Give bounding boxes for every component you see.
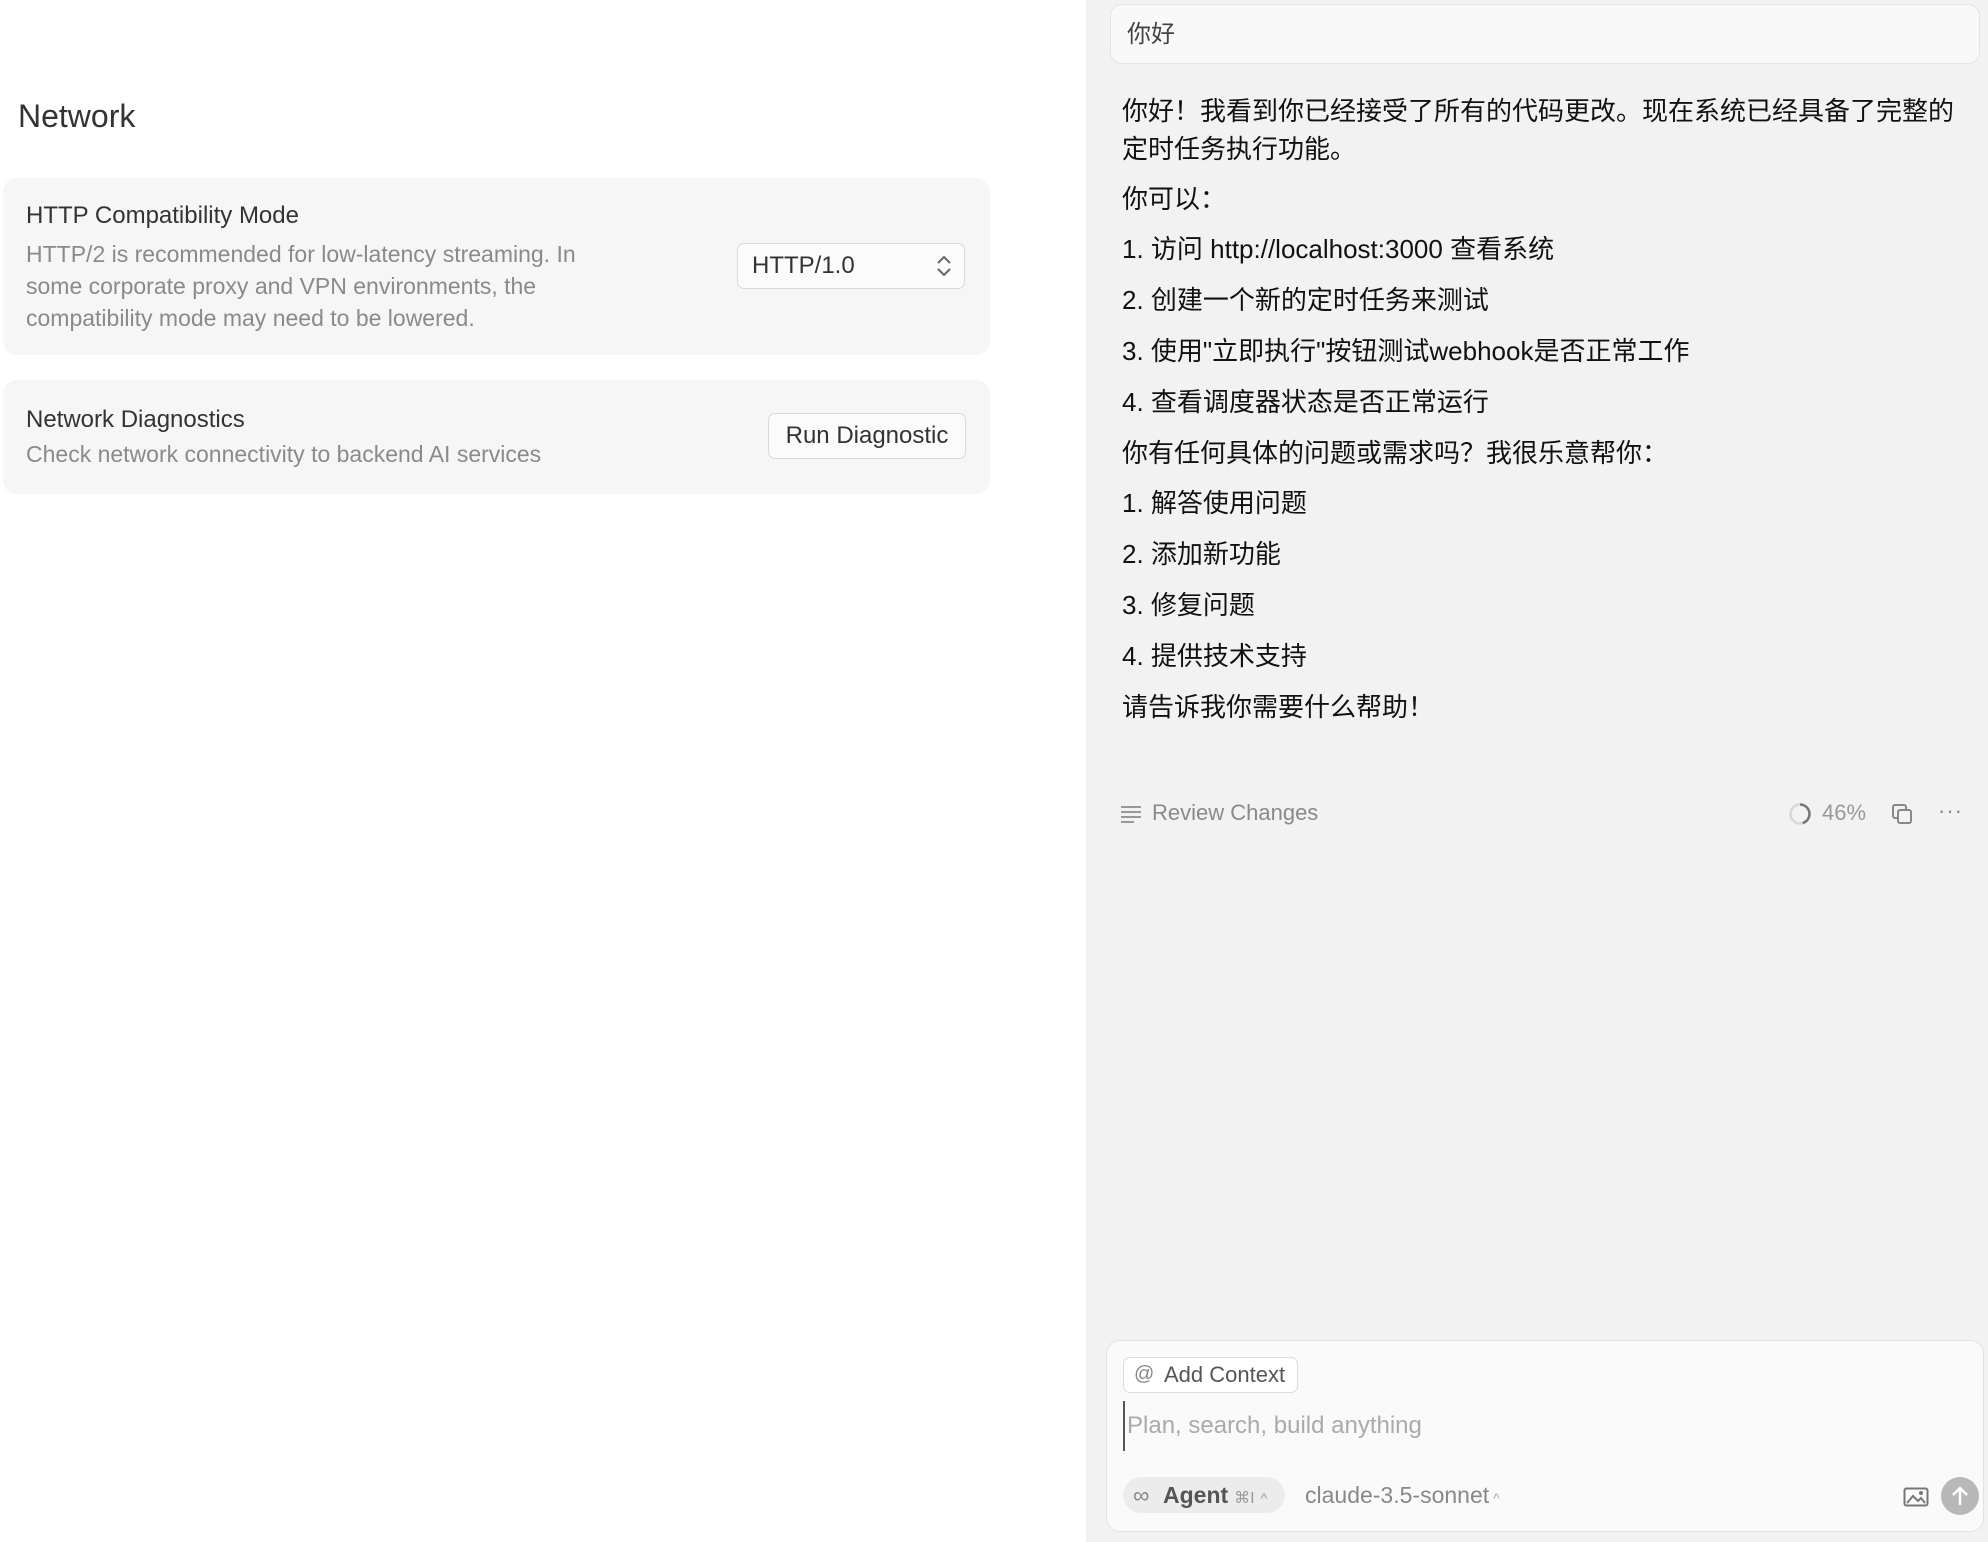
reply-text: 你可以： [1122, 184, 1227, 214]
agent-shortcut: ⌘I [1234, 1490, 1255, 1507]
http-compatibility-card: HTTP Compatibility Mode HTTP/2 is recomm… [3, 178, 990, 355]
network-diagnostics-card: Network Diagnostics Check network connec… [3, 380, 990, 494]
http-mode-desc-line: some corporate proxy and VPN environment… [26, 273, 537, 299]
infinity-icon: ∞ [1133, 1482, 1150, 1508]
chevron-up-icon: ^ [1493, 1490, 1500, 1506]
model-selector[interactable]: claude-3.5-sonnet ^ [1305, 1477, 1500, 1516]
image-icon[interactable] [1903, 1487, 1929, 1507]
context-usage-percent: 46% [1822, 800, 1867, 825]
agent-label: Agent [1163, 1482, 1229, 1508]
list-item: 4. 查看调度器状态是否正常运行 [1122, 387, 1489, 417]
reply-text: 请告诉我你需要什么帮助！ [1122, 692, 1435, 722]
copy-icon[interactable] [1890, 802, 1914, 826]
list-icon [1121, 806, 1141, 823]
settings-pane: Network HTTP Compatibility Mode HTTP/2 i… [0, 0, 1086, 1542]
progress-ring-icon [1789, 803, 1811, 825]
reply-text: 定时任务执行功能。 [1122, 134, 1357, 164]
model-label: claude-3.5-sonnet [1305, 1482, 1490, 1508]
reply-text: 你有任何具体的问题或需求吗？我很乐意帮你： [1122, 438, 1669, 468]
at-icon: @ [1134, 1363, 1155, 1385]
list-item: 1. 访问 http://localhost:3000 查看系统 [1122, 234, 1555, 264]
chat-pane: 你好 你好！我看到你已经接受了所有的代码更改。现在系统已经具备了完整的 定时任务… [1086, 0, 1988, 1542]
chat-input[interactable] [1123, 1401, 1969, 1451]
chevron-up-icon: ^ [1260, 1490, 1268, 1506]
list-item: 4. 提供技术支持 [1122, 641, 1307, 671]
list-item: 2. 添加新功能 [1122, 539, 1281, 569]
composer: @ Add Context ∞ Agent ⌘I ^ claude-3.5-sonn… [1106, 1340, 1984, 1532]
http-mode-desc-line: compatibility mode may need to be lowere… [26, 305, 475, 331]
list-item: 2. 创建一个新的定时任务来测试 [1122, 285, 1489, 315]
message-footer: Review Changes 46% ··· [1120, 796, 1970, 832]
list-item: 1. 解答使用问题 [1122, 488, 1307, 518]
http-mode-desc-line: HTTP/2 is recommended for low-latency st… [26, 241, 576, 267]
review-changes-button[interactable]: Review Changes [1120, 796, 1318, 830]
review-changes-label: Review Changes [1152, 800, 1319, 825]
arrow-up-icon [1952, 1486, 1968, 1505]
http-mode-title: HTTP Compatibility Mode [26, 202, 299, 229]
add-context-label: Add Context [1164, 1362, 1286, 1387]
list-item: 3. 使用"立即执行"按钮测试webhook是否正常工作 [1122, 336, 1690, 366]
chevron-up-down-icon [937, 255, 951, 277]
add-context-button[interactable]: @ Add Context [1123, 1357, 1299, 1393]
run-diagnostic-button[interactable]: Run Diagnostic [768, 413, 966, 459]
send-button[interactable] [1941, 1477, 1979, 1515]
section-title: Network [18, 98, 136, 134]
http-mode-selected-value: HTTP/1.0 [752, 252, 855, 279]
agent-mode-selector[interactable]: ∞ Agent ⌘I ^ [1123, 1477, 1286, 1513]
diagnostics-title: Network Diagnostics [26, 406, 245, 433]
http-mode-description: HTTP/2 is recommended for low-latency st… [26, 238, 576, 334]
user-message[interactable]: 你好 [1110, 4, 1980, 64]
diagnostics-description: Check network connectivity to backend AI… [26, 441, 542, 467]
http-mode-select[interactable]: HTTP/1.0 [737, 243, 965, 289]
reply-text: 你好！我看到你已经接受了所有的代码更改。现在系统已经具备了完整的 [1122, 96, 1955, 126]
assistant-reply: 你好！我看到你已经接受了所有的代码更改。现在系统已经具备了完整的 定时任务执行功… [1122, 92, 1962, 738]
list-item: 3. 修复问题 [1122, 590, 1255, 620]
more-options-icon[interactable]: ··· [1938, 796, 1963, 826]
